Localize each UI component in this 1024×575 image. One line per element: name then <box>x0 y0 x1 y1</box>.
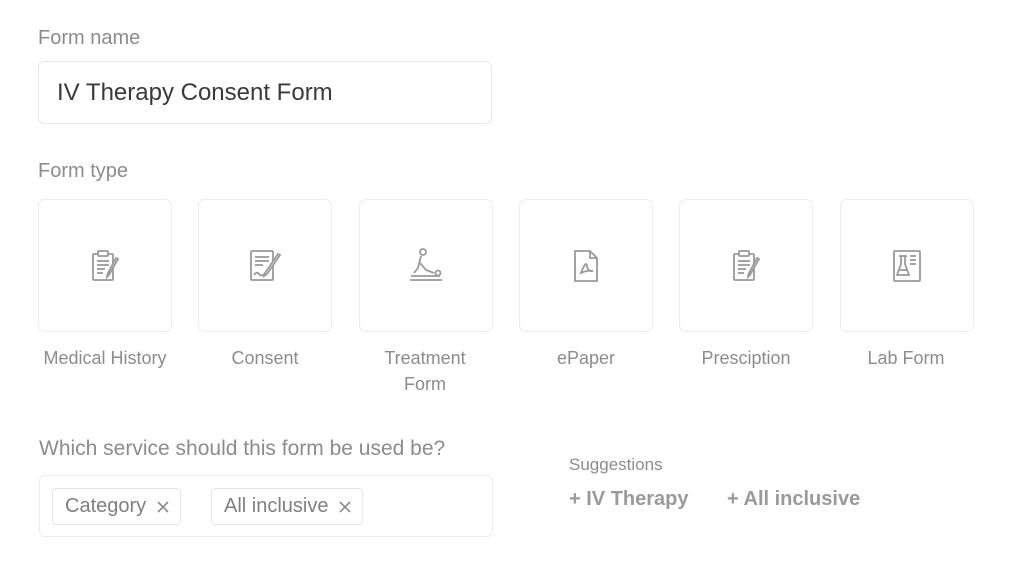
suggestions-label: Suggestions <box>569 455 663 474</box>
form-type-label-medical-history: Medical History <box>43 348 167 368</box>
form-type-card-consent[interactable] <box>198 199 332 332</box>
form-type-label-epaper: ePaper <box>556 348 616 368</box>
suggestion-iv-therapy[interactable]: + IV Therapy <box>569 488 689 511</box>
form-type-label-lab-form: Lab Form <box>867 348 945 368</box>
treatment-person-icon <box>410 247 442 281</box>
clipboard-pen-icon <box>733 249 761 281</box>
clipboard-pen-icon <box>92 249 120 281</box>
close-icon[interactable] <box>156 500 170 514</box>
service-tag-input[interactable]: Category All inclusive <box>39 475 493 537</box>
pdf-file-icon <box>574 249 598 282</box>
form-name-input[interactable] <box>38 61 492 124</box>
chip-label: All inclusive <box>224 495 329 517</box>
form-type-card-medical-history[interactable] <box>38 199 172 332</box>
lab-flask-icon <box>893 249 921 282</box>
service-question-label: Which service should this form be used b… <box>39 437 446 460</box>
form-type-card-presciption[interactable] <box>679 199 813 332</box>
chip-label: Category <box>65 495 147 517</box>
suggestion-all-inclusive[interactable]: + All inclusive <box>727 488 860 511</box>
close-icon[interactable] <box>338 500 352 514</box>
form-type-card-lab-form[interactable] <box>840 199 974 332</box>
form-type-label-consent: Consent <box>231 348 299 368</box>
form-type-label-presciption: Presciption <box>701 348 791 368</box>
service-chip-category: Category <box>52 488 182 525</box>
form-type-label: Form type <box>38 160 129 182</box>
form-type-card-epaper[interactable] <box>519 199 653 332</box>
form-type-card-treatment[interactable] <box>359 199 493 332</box>
form-type-label-treatment: Treatment Form <box>384 348 466 394</box>
service-chip-all-inclusive: All inclusive <box>211 488 364 525</box>
form-name-label: Form name <box>38 27 141 49</box>
document-sign-icon <box>250 249 282 281</box>
